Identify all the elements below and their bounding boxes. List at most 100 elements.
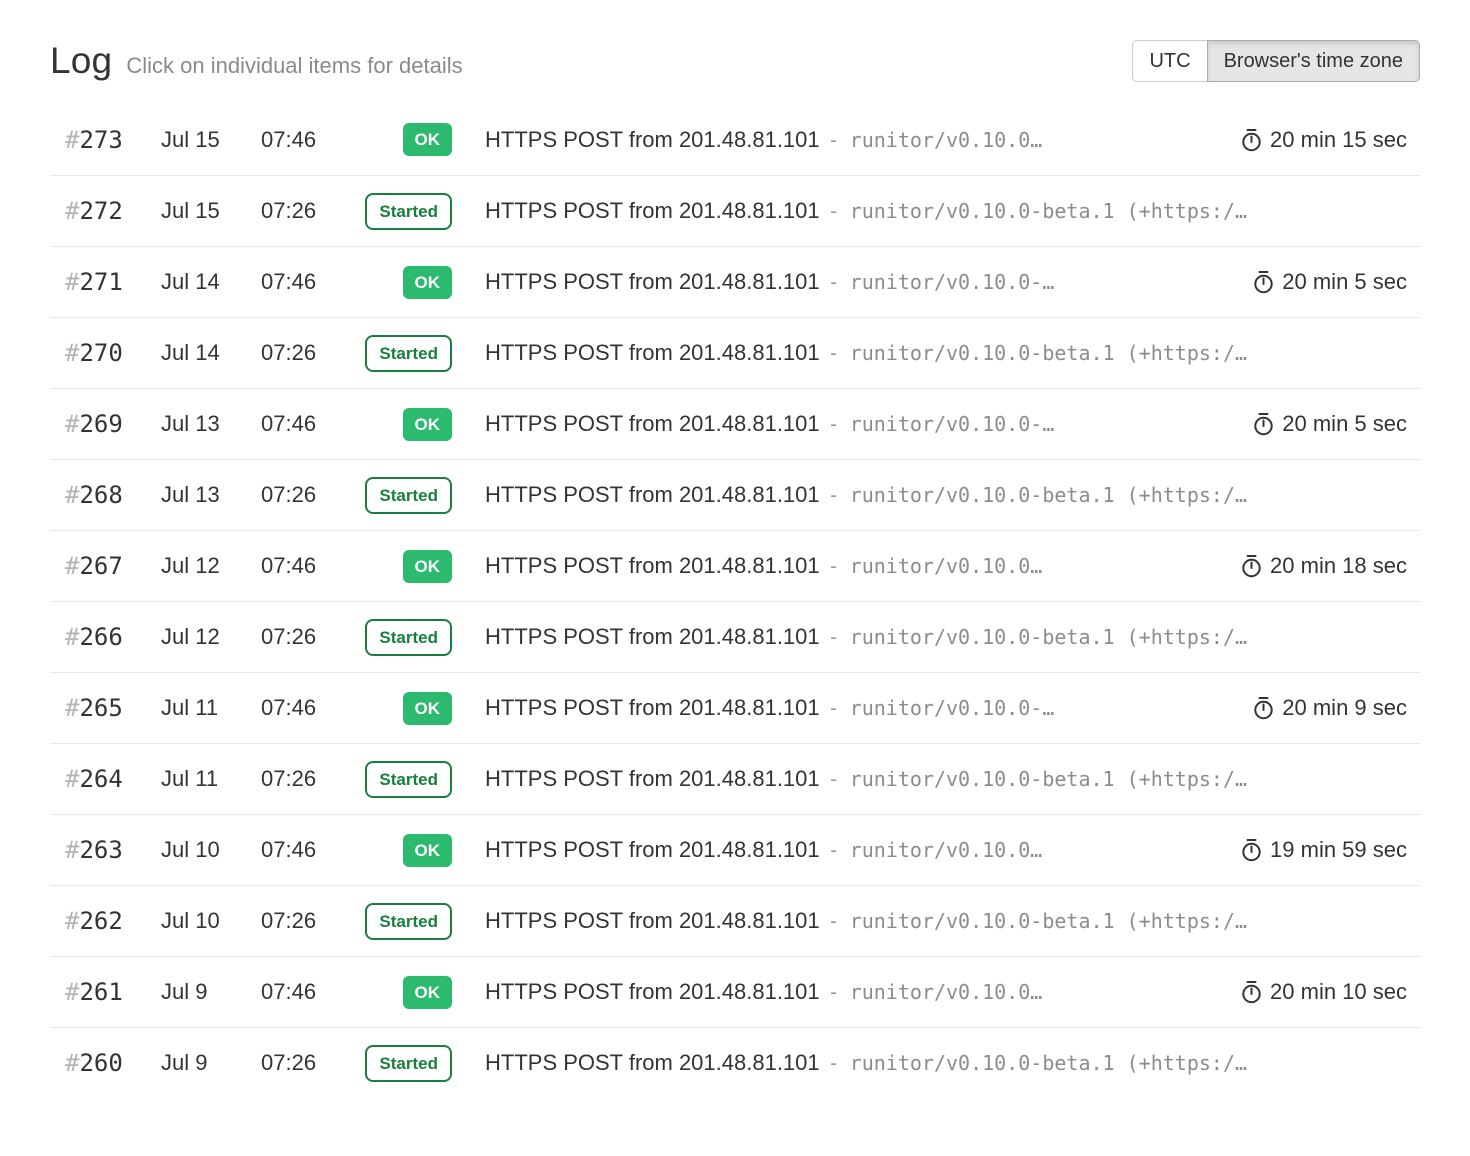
ping-message: HTTPS POST from 201.48.81.101 [485,979,820,1004]
user-agent-text: runitor/v0.10.0-beta.1 (+https:/… [850,199,1247,223]
log-row[interactable]: #272 Jul 15 07:26 Started HTTPS POST fro… [50,175,1420,246]
stopwatch-icon [1253,412,1274,436]
duration-text: 20 min 5 sec [1282,269,1407,295]
log-entry-number: #273 [65,126,161,154]
user-agent-text: runitor/v0.10.0-beta.1 (+https:/… [850,483,1247,507]
status-badge-cell: Started [361,335,452,372]
status-badge: Started [365,619,452,656]
log-entry-date: Jul 11 [161,766,261,792]
log-row[interactable]: #267 Jul 12 07:46 OK HTTPS POST from 201… [50,530,1420,601]
status-badge-cell: OK [361,123,452,156]
stopwatch-icon [1241,554,1262,578]
log-entry-date: Jul 10 [161,837,261,863]
log-entry-number: #269 [65,410,161,438]
ping-message: HTTPS POST from 201.48.81.101 [485,1050,820,1075]
stopwatch-icon [1253,696,1274,720]
log-row[interactable]: #263 Jul 10 07:46 OK HTTPS POST from 201… [50,814,1420,885]
log-entry-time: 07:46 [261,695,361,721]
log-row[interactable]: #261 Jul 9 07:46 OK HTTPS POST from 201.… [50,956,1420,1027]
user-agent-text: runitor/v0.10.0… [850,128,1043,152]
log-entry-description: HTTPS POST from 201.48.81.101-runitor/v0… [485,908,1407,934]
log-entry-number: #272 [65,197,161,225]
status-badge-cell: OK [361,550,452,583]
log-entry-date: Jul 12 [161,624,261,650]
user-agent-text: runitor/v0.10.0-beta.1 (+https:/… [850,767,1247,791]
log-row[interactable]: #269 Jul 13 07:46 OK HTTPS POST from 201… [50,388,1420,459]
message-separator: - [828,909,840,933]
log-entry-time: 07:46 [261,979,361,1005]
log-row[interactable]: #268 Jul 13 07:26 Started HTTPS POST fro… [50,459,1420,530]
log-row[interactable]: #260 Jul 9 07:26 Started HTTPS POST from… [50,1027,1420,1098]
log-entry-time: 07:46 [261,553,361,579]
status-badge-cell: Started [361,761,452,798]
duration-text: 19 min 59 sec [1270,837,1407,863]
log-entry-time: 07:46 [261,127,361,153]
log-entry-description: HTTPS POST from 201.48.81.101-runitor/v0… [485,1050,1407,1076]
log-row[interactable]: #270 Jul 14 07:26 Started HTTPS POST fro… [50,317,1420,388]
hash-prefix: # [65,978,79,1006]
log-entry-description: HTTPS POST from 201.48.81.101-runitor/v0… [485,340,1407,366]
title-wrap: Log Click on individual items for detail… [50,40,463,82]
hash-prefix: # [65,126,79,154]
status-badge: OK [403,550,453,583]
user-agent-text: runitor/v0.10.0… [850,980,1043,1004]
log-row[interactable]: #265 Jul 11 07:46 OK HTTPS POST from 201… [50,672,1420,743]
entry-number-value: 270 [79,339,122,367]
log-entry-number: #263 [65,836,161,864]
log-entry-description: HTTPS POST from 201.48.81.101-runitor/v0… [485,553,1223,579]
hash-prefix: # [65,765,79,793]
log-entry-date: Jul 14 [161,340,261,366]
duration-text: 20 min 10 sec [1270,979,1407,1005]
status-badge: Started [365,335,452,372]
user-agent-text: runitor/v0.10.0… [850,838,1043,862]
log-entry-number: #261 [65,978,161,1006]
log-entry-time: 07:26 [261,908,361,934]
utc-button[interactable]: UTC [1132,40,1207,82]
ping-duration: 20 min 5 sec [1253,411,1407,437]
log-entry-date: Jul 12 [161,553,261,579]
entry-number-value: 260 [79,1049,122,1077]
log-entry-number: #265 [65,694,161,722]
status-badge-cell: OK [361,976,452,1009]
log-entry-number: #266 [65,623,161,651]
message-separator: - [828,128,840,152]
browser-timezone-button[interactable]: Browser's time zone [1207,40,1420,82]
hash-prefix: # [65,481,79,509]
log-entry-time: 07:46 [261,269,361,295]
message-separator: - [828,1051,840,1075]
message-separator: - [828,554,840,578]
entry-number-value: 263 [79,836,122,864]
ping-message: HTTPS POST from 201.48.81.101 [485,695,820,720]
log-entry-number: #262 [65,907,161,935]
log-entry-description: HTTPS POST from 201.48.81.101-runitor/v0… [485,766,1407,792]
log-row[interactable]: #264 Jul 11 07:26 Started HTTPS POST fro… [50,743,1420,814]
log-entry-time: 07:26 [261,340,361,366]
ping-message: HTTPS POST from 201.48.81.101 [485,482,820,507]
duration-text: 20 min 5 sec [1282,411,1407,437]
log-entry-date: Jul 14 [161,269,261,295]
message-separator: - [828,980,840,1004]
hash-prefix: # [65,836,79,864]
status-badge-cell: OK [361,692,452,725]
log-page: Log Click on individual items for detail… [0,0,1470,1098]
log-entry-time: 07:26 [261,766,361,792]
status-badge-cell: Started [361,477,452,514]
hash-prefix: # [65,907,79,935]
entry-number-value: 268 [79,481,122,509]
log-row[interactable]: #271 Jul 14 07:46 OK HTTPS POST from 201… [50,246,1420,317]
log-entry-time: 07:26 [261,198,361,224]
hash-prefix: # [65,694,79,722]
user-agent-text: runitor/v0.10.0-beta.1 (+https:/… [850,1051,1247,1075]
log-row[interactable]: #266 Jul 12 07:26 Started HTTPS POST fro… [50,601,1420,672]
log-entry-time: 07:26 [261,1050,361,1076]
message-separator: - [828,625,840,649]
log-entry-description: HTTPS POST from 201.48.81.101-runitor/v0… [485,269,1235,295]
ping-message: HTTPS POST from 201.48.81.101 [485,411,820,436]
status-badge: Started [365,1045,452,1082]
message-separator: - [828,412,840,436]
log-row[interactable]: #273 Jul 15 07:46 OK HTTPS POST from 201… [50,104,1420,175]
entry-number-value: 266 [79,623,122,651]
log-entry-date: Jul 9 [161,1050,261,1076]
log-entry-time: 07:26 [261,482,361,508]
log-row[interactable]: #262 Jul 10 07:26 Started HTTPS POST fro… [50,885,1420,956]
